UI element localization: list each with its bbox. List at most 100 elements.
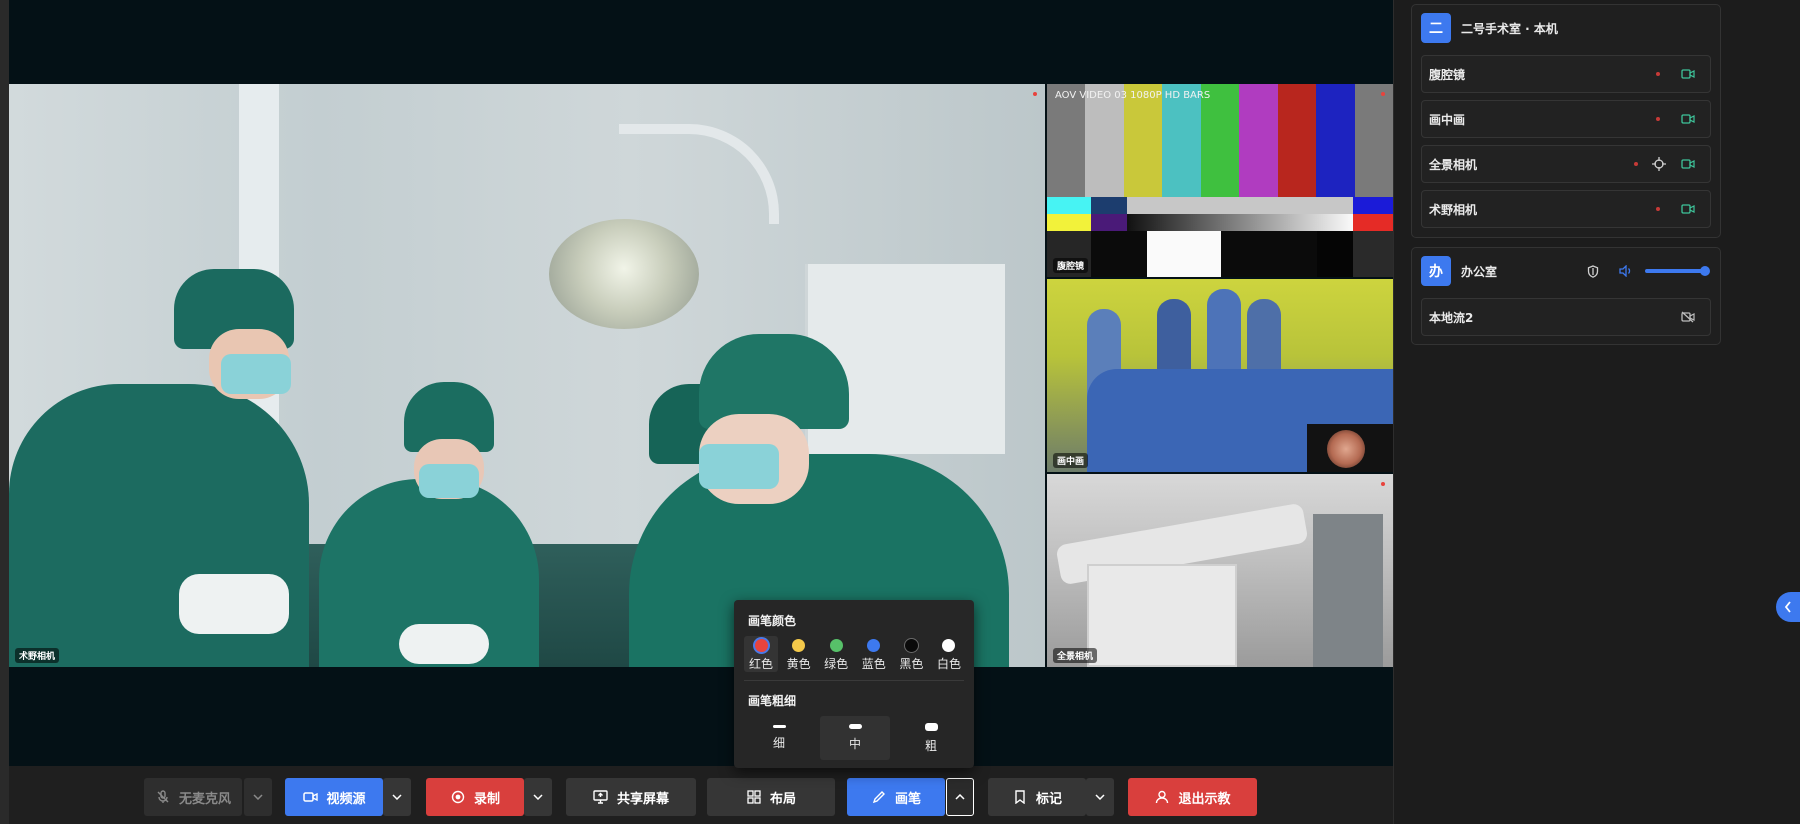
speaker-icon[interactable] [1619, 265, 1633, 277]
source-item-panorama[interactable]: 全景相机 [1421, 145, 1711, 183]
color-option-blue[interactable]: 蓝色 [857, 636, 891, 672]
color-option-black[interactable]: 黑色 [894, 636, 928, 672]
bookmark-icon [1012, 789, 1028, 805]
room-badge: 二 [1421, 13, 1451, 43]
endoscope-view [1327, 430, 1365, 468]
pen-icon [871, 789, 887, 805]
tile-label: 画中画 [1053, 453, 1089, 468]
camera-icon[interactable] [1680, 157, 1696, 171]
record-icon [450, 789, 466, 805]
nurse-mask [419, 464, 479, 498]
pen-color-title: 画笔颜色 [748, 614, 797, 628]
mic-dropdown[interactable] [244, 778, 272, 816]
video-source-button[interactable]: 视频源 [285, 778, 383, 816]
chevron-down-icon [392, 794, 402, 800]
popover-divider [744, 680, 964, 681]
recording-dot-icon [1656, 72, 1660, 76]
exit-teaching-button[interactable]: 退出示教 [1128, 778, 1257, 816]
crosshair-icon[interactable] [1652, 157, 1666, 171]
mark-button[interactable]: 标记 [988, 778, 1086, 816]
color-bars-bottom [1047, 231, 1393, 277]
bottom-toolbar: 无麦克风 视频源 录制 共享屏幕 布局 画笔 标记 退出示教 [0, 767, 1393, 824]
color-bars-middle [1047, 197, 1393, 231]
recording-dot-icon [1634, 162, 1638, 166]
stream-name: 本地流2 [1429, 310, 1474, 325]
color-option-yellow[interactable]: 黄色 [782, 636, 816, 672]
thick-stroke-icon [924, 722, 938, 731]
color-label: 黑色 [899, 657, 924, 671]
size-option-thick[interactable]: 粗 [896, 716, 966, 760]
color-option-red[interactable]: 红色 [744, 636, 778, 672]
stream-item-local[interactable]: 本地流2 [1421, 298, 1711, 336]
source-item-laparoscope[interactable]: 腹腔镜 [1421, 55, 1711, 93]
recording-dot-icon [1381, 482, 1385, 486]
record-dropdown[interactable] [524, 778, 552, 816]
surgical-lamp [549, 219, 699, 329]
video-source-label: 视频源 [326, 791, 366, 807]
mic-off-icon [155, 789, 171, 805]
color-label: 绿色 [824, 657, 849, 671]
color-swatch [942, 639, 956, 652]
office-badge: 办 [1421, 256, 1451, 286]
chevron-left-icon [1784, 601, 1791, 613]
shield-icon[interactable] [1587, 264, 1599, 278]
recording-dot-icon [1381, 92, 1385, 96]
color-swatch [867, 639, 881, 652]
grid-icon [746, 789, 762, 805]
source-name: 术野相机 [1429, 202, 1478, 217]
laparoscope-tile[interactable]: AOV VIDEO 03 1080P HD BARS 腹腔镜 [1047, 84, 1393, 277]
color-swatch [904, 639, 918, 652]
share-screen-button[interactable]: 共享屏幕 [566, 778, 696, 816]
mic-button[interactable]: 无麦克风 [144, 778, 242, 816]
record-label: 录制 [473, 791, 500, 807]
surgeon-mask [221, 354, 291, 394]
source-name: 画中画 [1429, 112, 1466, 127]
color-label: 蓝色 [861, 657, 886, 671]
camera-icon[interactable] [1680, 67, 1696, 81]
app-window: 术野相机 AOV VIDEO 03 1080P HD BARS 腹腔镜 画中画 … [0, 0, 1800, 824]
record-button[interactable]: 录制 [426, 778, 524, 816]
share-screen-label: 共享屏幕 [616, 791, 669, 807]
office-header: 办 办公室 [1412, 248, 1720, 294]
picture-in-picture-tile[interactable]: 画中画 [1047, 279, 1393, 472]
main-video-tile[interactable]: 术野相机 [9, 84, 1045, 667]
glove [399, 624, 489, 664]
stage-edge [0, 0, 9, 824]
source-item-pip[interactable]: 画中画 [1421, 100, 1711, 138]
volume-slider[interactable] [1645, 266, 1710, 276]
pen-button[interactable]: 画笔 [847, 778, 945, 816]
chevron-up-icon [955, 794, 965, 800]
layout-button[interactable]: 布局 [707, 778, 835, 816]
video-source-dropdown[interactable] [383, 778, 411, 816]
collapse-panel-button[interactable] [1776, 592, 1800, 622]
source-item-field-camera[interactable]: 术野相机 [1421, 190, 1711, 228]
color-swatch [754, 639, 768, 652]
video-camera-icon [302, 789, 318, 805]
camera-icon[interactable] [1680, 202, 1696, 216]
office-group: 办 办公室 本地流2 [1411, 247, 1721, 345]
recording-dot-icon [1656, 117, 1660, 121]
size-option-thin[interactable]: 细 [744, 716, 814, 760]
office-title: 办公室 [1461, 264, 1498, 279]
volume-slider-knob[interactable] [1700, 266, 1710, 276]
color-option-white[interactable]: 白色 [932, 636, 966, 672]
color-label: 白色 [936, 657, 961, 671]
chevron-down-icon [533, 794, 543, 800]
color-option-green[interactable]: 绿色 [819, 636, 853, 672]
color-swatch [829, 639, 843, 652]
size-label: 粗 [924, 738, 937, 753]
size-option-medium[interactable]: 中 [820, 716, 890, 760]
size-label: 细 [772, 736, 785, 750]
room-title: 二号手术室 · 本机 [1461, 21, 1558, 36]
share-screen-icon [593, 789, 609, 805]
size-label: 中 [848, 737, 861, 751]
camera-icon[interactable] [1680, 112, 1696, 126]
recording-dot-icon [1033, 92, 1037, 96]
tile-label: 术野相机 [15, 648, 60, 663]
pen-dropdown[interactable] [946, 778, 974, 816]
panorama-tile[interactable]: 全景相机 [1047, 474, 1393, 667]
camera-off-icon[interactable] [1680, 310, 1696, 324]
thin-stroke-icon [772, 725, 786, 728]
mark-dropdown[interactable] [1086, 778, 1114, 816]
chevron-down-icon [1095, 794, 1105, 800]
